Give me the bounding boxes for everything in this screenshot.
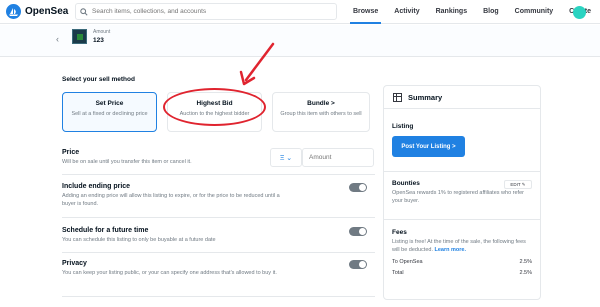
fee-row: To OpenSea 2.5% — [392, 259, 532, 265]
summary-header: Summary — [384, 86, 540, 109]
divider — [384, 219, 540, 220]
method-set-price[interactable]: Set Price Sell at a fixed or declining p… — [62, 92, 157, 132]
fee-value: 2.5% — [519, 270, 532, 276]
summary-panel: Summary Listing Post Your Listing > Boun… — [383, 85, 541, 300]
fees-label: Fees — [392, 229, 407, 236]
method-title: Bundle > — [307, 100, 335, 107]
schedule-row: Schedule for a future time You can sched… — [62, 227, 375, 245]
learn-more-link[interactable]: Learn more. — [435, 247, 466, 253]
search-icon — [80, 7, 88, 16]
fees-text: Listing is free! At the time of the sale… — [392, 239, 532, 254]
nav-rankings[interactable]: Rankings — [428, 0, 476, 24]
opensea-logo[interactable]: OpenSea — [6, 4, 74, 19]
back-arrow-icon[interactable]: ‹ — [56, 34, 59, 44]
divider — [384, 171, 540, 172]
sell-method-title: Select your sell method — [62, 76, 135, 83]
post-listing-button[interactable]: Post Your Listing > — [392, 136, 465, 157]
privacy-desc: You can keep your listing public, or you… — [62, 270, 277, 276]
listing-label: Listing — [392, 123, 414, 130]
edit-bounties-button[interactable]: EDIT ✎ — [504, 180, 532, 189]
fee-row: Total 2.5% — [392, 270, 532, 276]
schedule-toggle[interactable] — [349, 227, 367, 236]
fee-label: Total — [392, 270, 404, 276]
amount-input[interactable] — [302, 148, 374, 167]
bounties-section: Bounties EDIT ✎ OpenSea rewards 1% to re… — [384, 180, 540, 205]
nav-browse[interactable]: Browse — [345, 0, 386, 24]
fees-section: Fees Listing is free! At the time of the… — [384, 229, 540, 276]
bounties-text: OpenSea rewards 1% to registered affilia… — [392, 190, 524, 204]
ending-price-row: Include ending price Adding an ending pr… — [62, 183, 375, 208]
ending-price-title: Include ending price — [62, 183, 131, 190]
nav-community[interactable]: Community — [507, 0, 562, 24]
asset-header: ‹ Amount 123 — [0, 25, 600, 57]
ending-price-toggle[interactable] — [349, 183, 367, 192]
divider — [62, 174, 375, 175]
summary-table-icon — [393, 92, 402, 102]
method-title: Set Price — [95, 100, 124, 107]
search-bar[interactable] — [75, 3, 337, 20]
nav-blog[interactable]: Blog — [475, 0, 507, 24]
opensea-logo-icon — [6, 4, 21, 19]
divider — [62, 252, 375, 253]
fee-value: 2.5% — [519, 259, 532, 265]
nav-menu: Browse Activity Rankings Blog Community … — [345, 0, 599, 24]
logo-text: OpenSea — [25, 6, 69, 17]
fee-label: To OpenSea — [392, 259, 423, 265]
summary-title: Summary — [408, 92, 443, 102]
method-desc: Sell at a fixed or declining price — [71, 111, 148, 117]
search-input[interactable] — [92, 8, 332, 15]
annotation-circle — [163, 88, 266, 126]
ending-price-desc: Adding an ending price will allow this l… — [62, 193, 280, 207]
listing-section: Listing Post Your Listing > — [384, 123, 540, 157]
schedule-title: Schedule for a future time — [62, 227, 149, 234]
privacy-row: Privacy You can keep your listing public… — [62, 260, 375, 278]
method-desc: Group this item with others to sell — [280, 111, 362, 117]
asset-collection: Amount — [93, 29, 111, 35]
currency-select[interactable]: Ξ ⌄ — [270, 148, 302, 167]
asset-name: 123 — [93, 37, 104, 44]
privacy-toggle[interactable] — [349, 260, 367, 269]
privacy-title: Privacy — [62, 260, 87, 267]
schedule-desc: You can schedule this listing to only be… — [62, 237, 216, 243]
top-navigation: OpenSea Browse Activity Rankings Blog Co… — [0, 0, 600, 24]
asset-thumbnail — [72, 29, 87, 44]
divider — [62, 217, 375, 218]
profile-avatar[interactable] — [573, 6, 586, 19]
method-bundle[interactable]: Bundle > Group this item with others to … — [272, 92, 370, 132]
nav-activity[interactable]: Activity — [386, 0, 427, 24]
divider — [62, 296, 375, 297]
price-desc: Will be on sale until you transfer this … — [62, 159, 192, 165]
